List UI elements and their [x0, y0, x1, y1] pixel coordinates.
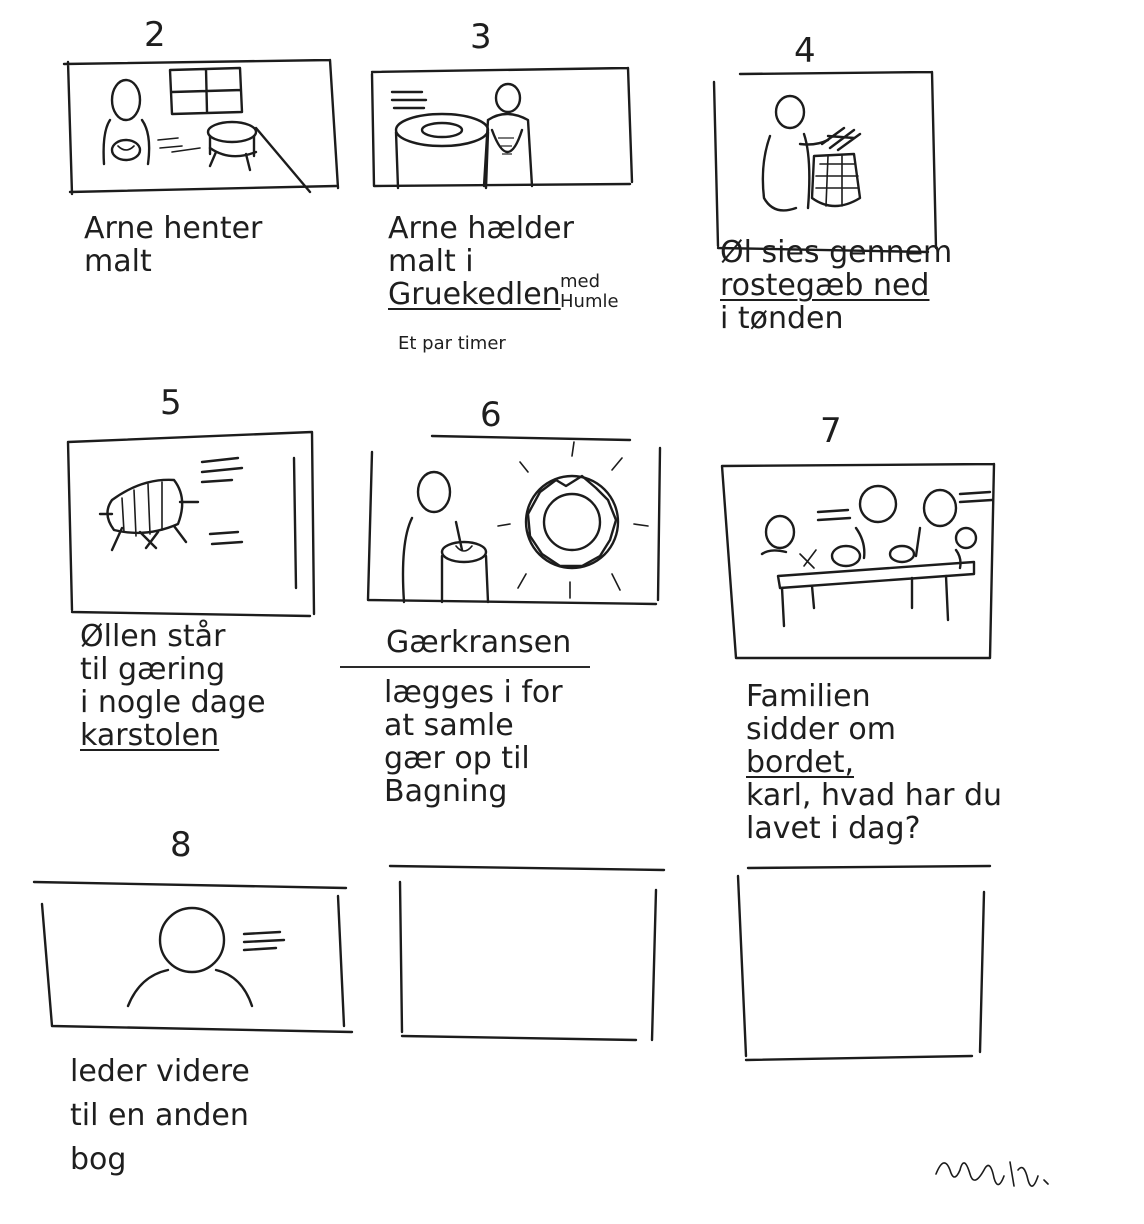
caption-line: lavet i dag? — [746, 811, 921, 846]
caption-panel-4: Øl sies gennem rostegæb ned i tønden — [720, 236, 952, 335]
barrel-on-stand-icon — [98, 478, 200, 552]
empty-panel-frame — [386, 860, 668, 1046]
caption-line: Øllen står — [80, 619, 226, 654]
tub-icon — [206, 120, 312, 194]
panel-number-5: 5 — [160, 383, 182, 423]
caption-line-underlined: karstolen — [80, 718, 220, 753]
caption-panel-5: Øllen står til gæring i nogle dage karst… — [80, 620, 266, 752]
caption-line: lægges i for — [384, 675, 563, 710]
note-with-hops: med Humle — [560, 271, 619, 312]
caption-panel-6: lægges i for at samle gær op til Bagning — [384, 676, 563, 808]
panel-frame-8 — [30, 876, 356, 1042]
panel-frame-6 — [360, 432, 666, 610]
caption-line: til gæring — [80, 652, 226, 687]
family-at-table-icon — [760, 484, 978, 628]
caption-line: til en anden — [70, 1098, 249, 1133]
panel-number-8: 8 — [170, 825, 192, 865]
title-rule — [340, 666, 590, 668]
caption-line: karl, hvad har du — [746, 778, 1003, 813]
caption-line: gær op til — [384, 741, 530, 776]
panel-frame-5 — [62, 428, 320, 618]
panel-number-3: 3 — [470, 17, 492, 57]
caption-line: Arne hælder — [388, 211, 574, 246]
kettle-icon — [394, 112, 490, 190]
caption-panel-8: leder videre til en anden bog — [70, 1050, 250, 1182]
storyboard: 2 Arne henter malt 3 Arne hælder malt i … — [0, 0, 1144, 1224]
person-icon — [482, 82, 534, 188]
panel-frame-7 — [716, 458, 998, 664]
panel-number-4: 4 — [794, 31, 816, 71]
signature — [924, 1140, 1074, 1200]
panel-frame-4 — [704, 68, 940, 256]
caption-line: malt — [84, 244, 152, 279]
caption-line: Øl sies gennem — [720, 235, 953, 270]
person-at-tub-icon — [401, 470, 490, 604]
panel-frame-3 — [366, 64, 636, 194]
caption-line: malt i — [388, 244, 474, 279]
barrel-icon — [810, 126, 862, 208]
caption-line: at samle — [384, 708, 514, 743]
note-time: Et par timer — [398, 333, 506, 354]
caption-line-underlined: rostegæb ned — [720, 268, 930, 303]
panel-number-6: 6 — [480, 395, 502, 435]
person-icon — [761, 94, 830, 212]
caption-line: i tønden — [720, 301, 844, 336]
caption-panel-3: Arne hælder malt i Gruekedlen — [388, 212, 574, 311]
caption-title: Gærkransen — [386, 625, 572, 660]
caption-line: Bagning — [384, 774, 508, 809]
caption-panel-2: Arne henter malt — [84, 212, 262, 278]
window-icon — [168, 66, 244, 116]
person-with-basket-icon — [102, 78, 151, 166]
caption-line: leder videre — [70, 1054, 250, 1089]
caption-line: bog — [70, 1142, 127, 1177]
person-bust-icon — [126, 906, 254, 1008]
caption-line-underlined: bordet, — [746, 745, 855, 780]
panel-frame-2 — [60, 52, 340, 202]
yeast-wreath-icon — [497, 441, 649, 599]
caption-line: sidder om — [746, 712, 896, 747]
caption-line: Arne henter — [84, 211, 263, 246]
panel-number-2: 2 — [144, 15, 166, 55]
caption-line: i nogle dage — [80, 685, 266, 720]
empty-panel-frame — [728, 862, 998, 1066]
caption-panel-7: Familien sidder om bordet, karl, hvad ha… — [746, 680, 1002, 845]
caption-line: Familien — [746, 679, 871, 714]
panel-number-7: 7 — [820, 411, 842, 451]
caption-panel-6-title: Gærkransen — [386, 626, 571, 659]
caption-line-underlined: Gruekedlen — [388, 277, 561, 312]
